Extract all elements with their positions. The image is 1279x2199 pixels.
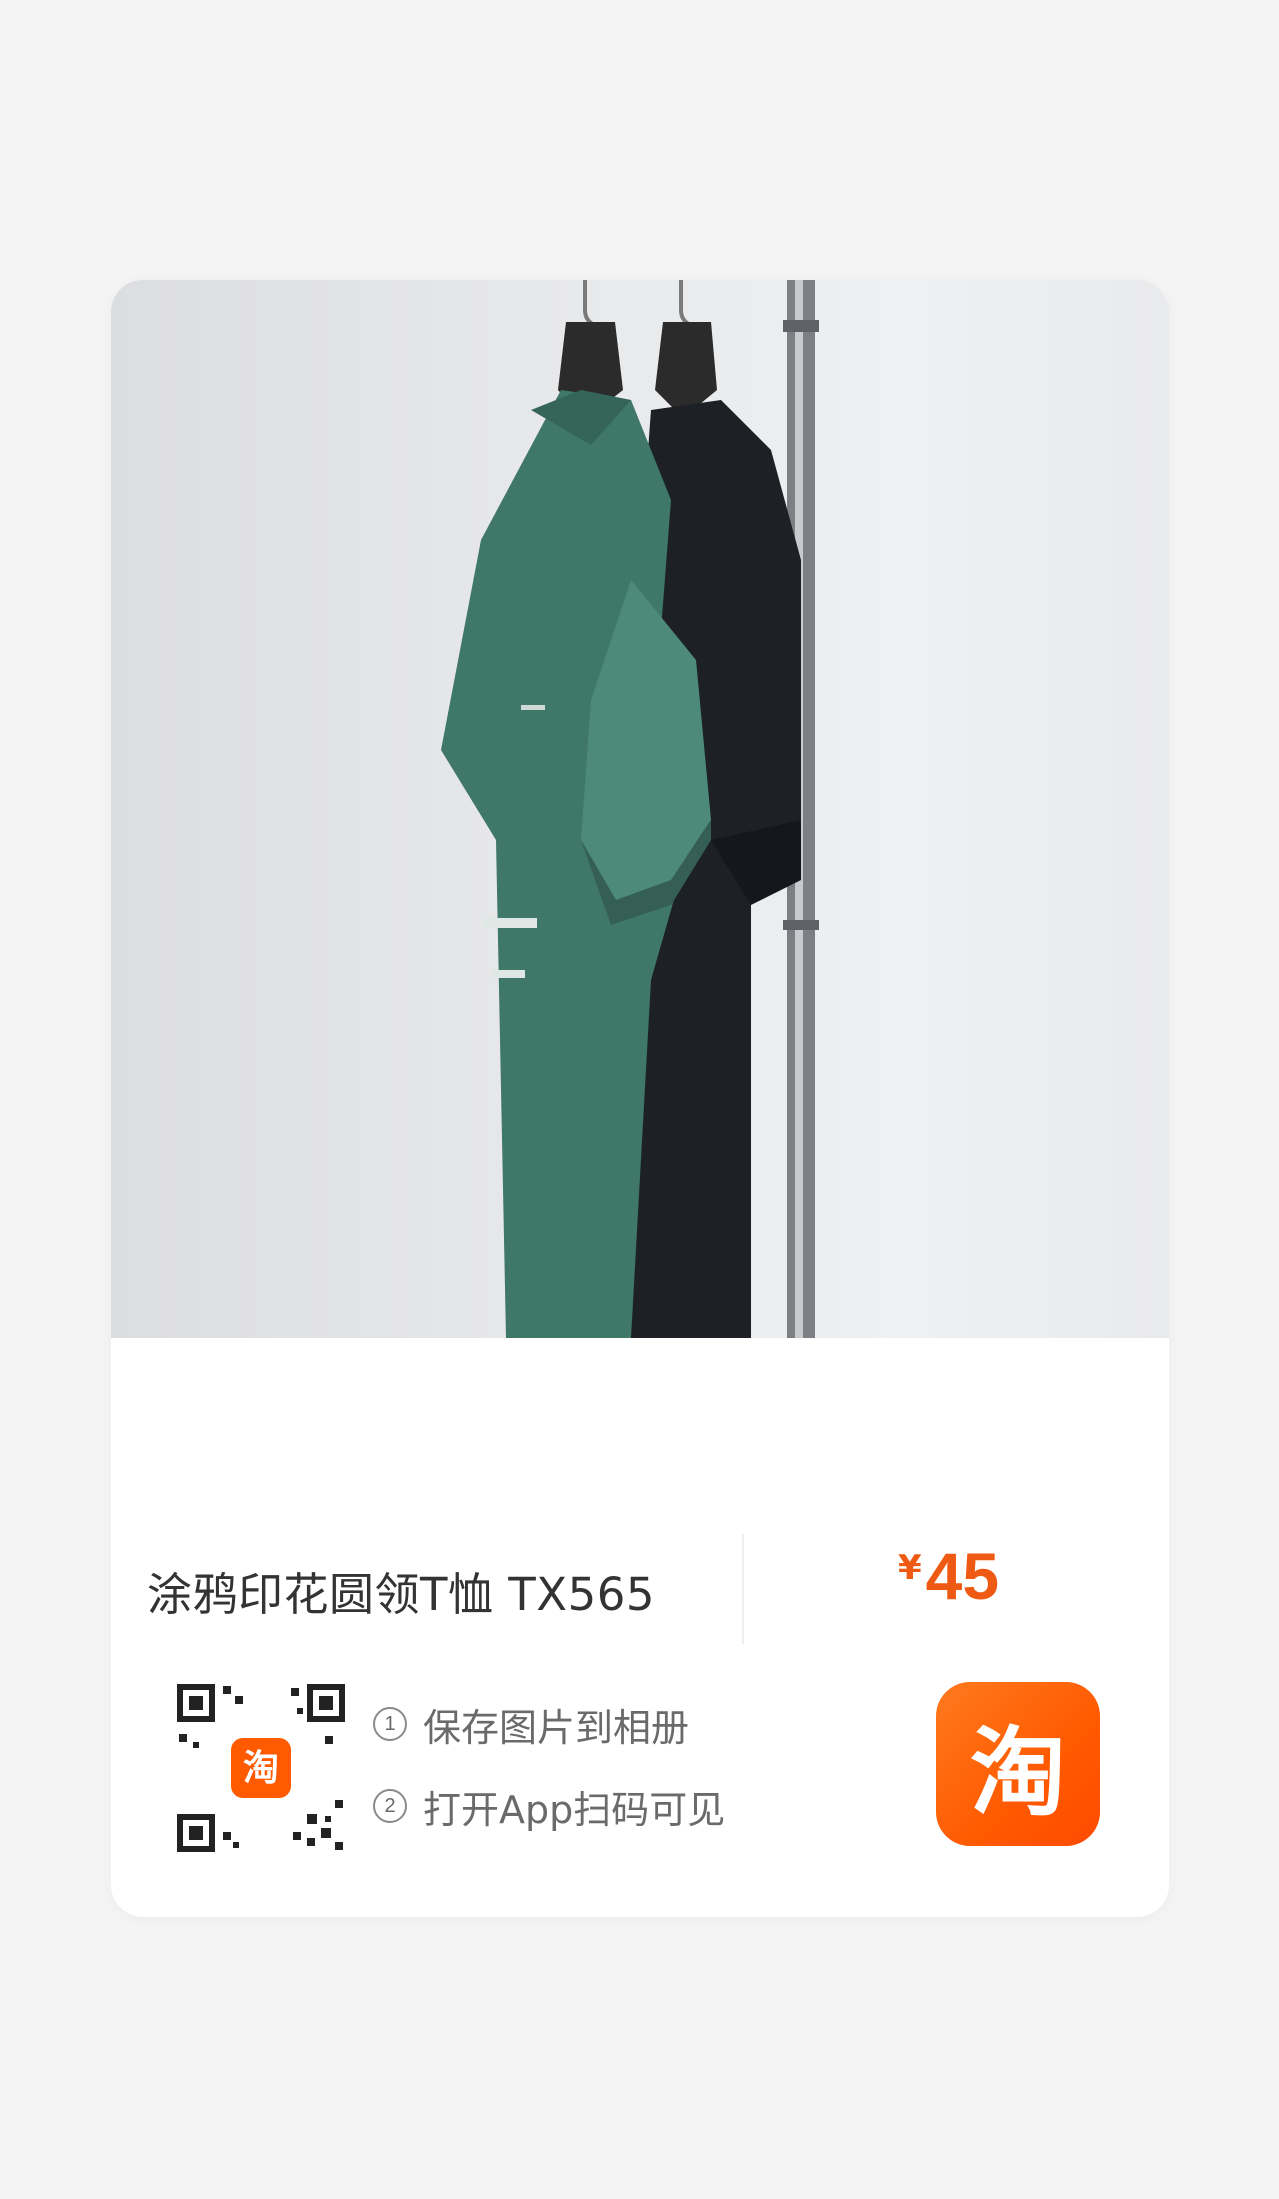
- share-card: 涂鸦印花圆领T恤 TX565 ¥45 淘 1 保存图片到相册 2 打开App扫码…: [111, 280, 1169, 1917]
- print-mark-2: [491, 970, 525, 978]
- qr-badge-glyph: 淘: [243, 1748, 279, 1789]
- qr-code[interactable]: 淘: [175, 1682, 347, 1854]
- step-text: 打开App扫码可见: [423, 1787, 726, 1832]
- product-price: ¥45: [898, 1538, 999, 1614]
- price-amount: 45: [925, 1539, 1000, 1613]
- product-image[interactable]: [111, 280, 1169, 1338]
- currency-symbol: ¥: [898, 1548, 922, 1588]
- divider: [742, 1534, 744, 1644]
- product-photo-illustration: [441, 280, 819, 1338]
- hanger-hook-2: [679, 280, 694, 328]
- instructions: 1 保存图片到相册 2 打开App扫码可见: [373, 1694, 725, 1858]
- product-info: 涂鸦印花圆领T恤 TX565 ¥45: [111, 1338, 1169, 1644]
- taobao-app-icon[interactable]: 淘: [936, 1682, 1100, 1846]
- step-number-icon: 1: [373, 1707, 407, 1741]
- print-mark-1: [483, 918, 537, 928]
- hanger-hook-1: [583, 280, 598, 328]
- rack-clamp: [783, 320, 819, 332]
- print-mark-3: [521, 705, 545, 710]
- product-title: 涂鸦印花圆领T恤 TX565: [147, 1568, 655, 1621]
- instruction-step-2: 2 打开App扫码可见: [373, 1776, 725, 1836]
- instruction-step-1: 1 保存图片到相册: [373, 1694, 725, 1754]
- step-text: 保存图片到相册: [423, 1705, 690, 1750]
- step-number-icon: 2: [373, 1789, 407, 1823]
- rack-clamp-lower: [783, 920, 819, 930]
